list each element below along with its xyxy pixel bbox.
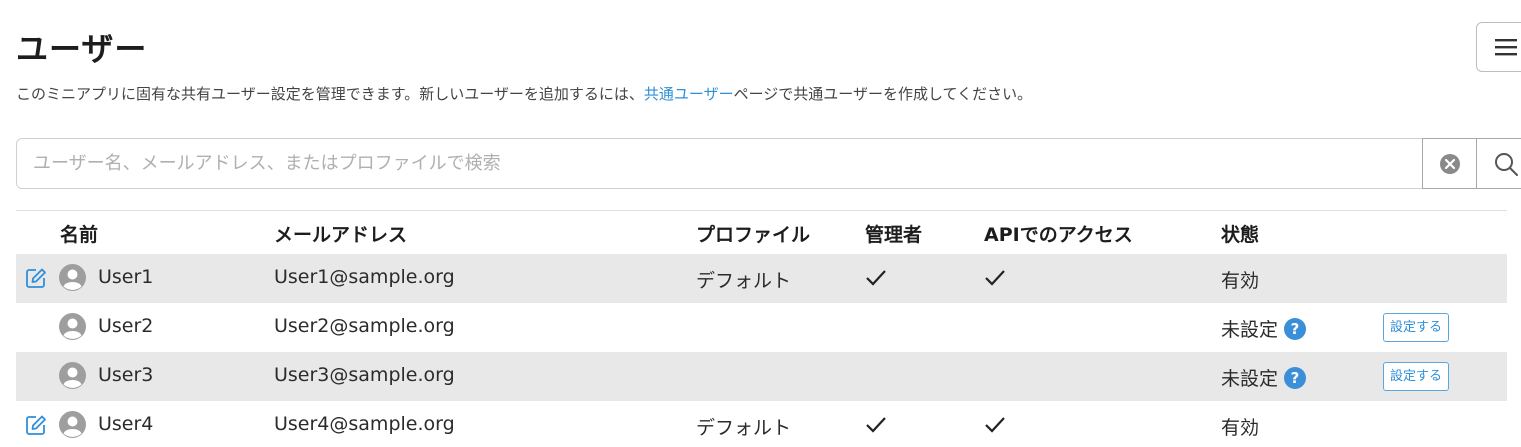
api-check-icon <box>985 270 1005 286</box>
help-icon[interactable]: ? <box>1284 318 1307 340</box>
user-profile: デフォルト <box>696 270 792 292</box>
user-name: User4 <box>98 413 154 435</box>
user-profile: デフォルト <box>696 417 792 439</box>
header-email[interactable]: メールアドレス <box>274 220 407 247</box>
edit-icon[interactable] <box>25 267 47 289</box>
page-title: ユーザー <box>16 30 148 68</box>
users-table: 名前 メールアドレス プロファイル 管理者 APIでのアクセス 状態 User1… <box>16 210 1507 447</box>
clear-circle-icon <box>1439 153 1460 174</box>
search-button[interactable] <box>1476 138 1521 189</box>
header-admin[interactable]: 管理者 <box>865 220 922 247</box>
user-name: User3 <box>98 364 154 386</box>
table-row[interactable]: User3 User3@sample.org 未設定? 設定する <box>16 352 1507 401</box>
admin-check-icon <box>866 417 886 433</box>
hamburger-menu-icon <box>1495 39 1517 56</box>
user-name: User2 <box>98 315 154 337</box>
user-status-cell: 未設定? <box>1221 315 1307 342</box>
clear-search-button[interactable] <box>1422 138 1477 189</box>
header-profile[interactable]: プロファイル <box>696 220 810 247</box>
description-text-2: ページで共通ユーザーを作成してください。 <box>733 85 1033 103</box>
edit-icon[interactable] <box>25 414 47 436</box>
page-description: このミニアプリに固有な共有ユーザー設定を管理できます。新しいユーザーを追加するに… <box>16 83 1032 104</box>
table-row[interactable]: User2 User2@sample.org 未設定? 設定する <box>16 303 1507 352</box>
description-text-1: このミニアプリに固有な共有ユーザー設定を管理できます。新しいユーザーを追加するに… <box>16 85 644 103</box>
user-name: User1 <box>98 266 154 288</box>
user-status: 有効 <box>1221 270 1260 292</box>
search-input[interactable] <box>16 138 1423 189</box>
api-check-icon <box>985 417 1005 433</box>
admin-check-icon <box>866 270 886 286</box>
user-email: User1@sample.org <box>274 266 455 288</box>
avatar-icon <box>59 411 86 438</box>
header-status[interactable]: 状態 <box>1221 220 1259 247</box>
table-row[interactable]: User4 User4@sample.org デフォルト 有効 <box>16 401 1507 447</box>
user-status: 有効 <box>1221 417 1260 439</box>
setup-button[interactable]: 設定する <box>1383 362 1450 391</box>
search-icon <box>1495 152 1518 176</box>
user-email: User2@sample.org <box>274 315 455 337</box>
user-email: User3@sample.org <box>274 364 455 386</box>
setup-button[interactable]: 設定する <box>1383 313 1450 342</box>
avatar-icon <box>59 362 86 389</box>
table-row[interactable]: User1 User1@sample.org デフォルト 有効 <box>16 254 1507 303</box>
help-icon[interactable]: ? <box>1284 367 1307 389</box>
avatar-icon <box>59 313 86 340</box>
user-status: 未設定 <box>1221 319 1279 341</box>
menu-button[interactable] <box>1476 22 1521 72</box>
user-status-cell: 未設定? <box>1221 364 1307 391</box>
header-api-access[interactable]: APIでのアクセス <box>984 220 1133 247</box>
avatar-icon <box>59 264 86 291</box>
user-status: 未設定 <box>1221 368 1279 390</box>
common-users-link[interactable]: 共通ユーザー <box>644 85 734 103</box>
search-bar <box>16 138 1521 189</box>
table-header: 名前 メールアドレス プロファイル 管理者 APIでのアクセス 状態 <box>16 211 1507 254</box>
user-email: User4@sample.org <box>274 413 455 435</box>
header-name[interactable]: 名前 <box>60 220 98 247</box>
